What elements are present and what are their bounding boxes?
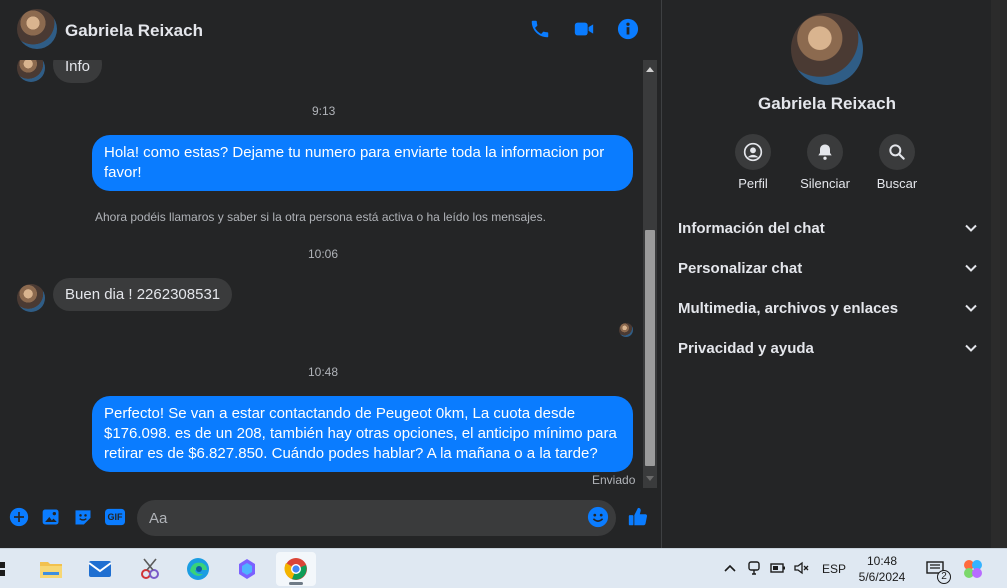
- timestamp: 10:06: [308, 247, 339, 261]
- composer: GIF: [0, 496, 660, 540]
- mute-button[interactable]: Silenciar: [785, 134, 865, 191]
- message-scrollbar[interactable]: [643, 60, 657, 488]
- timestamp: 10:48: [308, 365, 339, 379]
- battery-icon[interactable]: [766, 562, 790, 576]
- contact-avatar[interactable]: [17, 9, 57, 49]
- scroll-down-arrow-icon[interactable]: [646, 476, 654, 481]
- start-icon[interactable]: [0, 552, 10, 586]
- clock[interactable]: 10:48 5/6/2024: [852, 553, 912, 585]
- timestamp: 9:13: [312, 104, 336, 118]
- info-icon[interactable]: [616, 17, 640, 41]
- scroll-up-arrow-icon[interactable]: [646, 67, 654, 72]
- section-media-files-links[interactable]: Multimedia, archivos y enlaces: [678, 294, 978, 322]
- outgoing-message[interactable]: Hola! como estas? Dejame tu numero para …: [92, 135, 633, 191]
- like-icon[interactable]: [627, 506, 649, 528]
- copilot-preview-icon[interactable]: [956, 552, 990, 586]
- emoji-icon[interactable]: [587, 506, 609, 528]
- section-privacy-help[interactable]: Privacidad y ayuda: [678, 334, 978, 362]
- profile-label: Perfil: [738, 176, 768, 191]
- profile-icon: [735, 134, 771, 170]
- info-contact-name: Gabriela Reixach: [758, 94, 896, 113]
- file-explorer-icon[interactable]: [31, 552, 71, 586]
- copilot-icon[interactable]: [227, 552, 267, 586]
- chevron-down-icon: [965, 344, 977, 352]
- phone-icon[interactable]: [528, 17, 552, 41]
- clock-date: 5/6/2024: [858, 570, 906, 584]
- edge-icon[interactable]: [178, 552, 218, 586]
- search-icon: [879, 134, 915, 170]
- message-status: Enviado: [592, 473, 636, 487]
- chevron-down-icon: [965, 224, 977, 232]
- contact-avatar-large[interactable]: [791, 13, 863, 85]
- contact-name[interactable]: Gabriela Reixach: [65, 21, 203, 41]
- chevron-down-icon: [965, 264, 977, 272]
- gif-icon[interactable]: GIF: [104, 506, 126, 528]
- video-camera-icon[interactable]: [572, 17, 596, 41]
- search-button[interactable]: Buscar: [857, 134, 937, 191]
- contact-avatar-small[interactable]: [17, 284, 45, 312]
- plus-icon[interactable]: [8, 506, 30, 528]
- chevron-down-icon: [965, 304, 977, 312]
- section-label: Información del chat: [678, 219, 825, 237]
- section-label: Multimedia, archivos y enlaces: [678, 299, 899, 317]
- seen-avatar: [619, 323, 633, 337]
- message-list[interactable]: Info 9:13 Hola! como estas? Dejame tu nu…: [0, 60, 643, 488]
- search-label: Buscar: [876, 176, 918, 191]
- section-customize-chat[interactable]: Personalizar chat: [678, 254, 978, 282]
- outgoing-message[interactable]: Perfecto! Se van a estar contactando de …: [92, 396, 633, 472]
- image-icon[interactable]: [40, 506, 62, 528]
- active-app-indicator: [289, 582, 303, 585]
- message-input[interactable]: [137, 500, 616, 536]
- section-label: Personalizar chat: [678, 259, 803, 277]
- volume-muted-icon[interactable]: [790, 561, 814, 578]
- section-label: Privacidad y ayuda: [678, 339, 814, 357]
- notification-count-badge: 2: [937, 570, 951, 584]
- conversation-info-panel: Gabriela Reixach Perfil Silenciar Buscar…: [661, 0, 991, 548]
- sticker-icon[interactable]: [72, 506, 94, 528]
- chat-header: Gabriela Reixach: [0, 0, 660, 60]
- profile-button[interactable]: Perfil: [713, 134, 793, 191]
- clock-time: 10:48: [866, 554, 898, 568]
- chat-pane: Gabriela Reixach Info 9:13 Hola! como es…: [0, 0, 660, 548]
- system-tray: ESP: [722, 549, 846, 588]
- language-indicator[interactable]: ESP: [822, 562, 846, 576]
- incoming-message[interactable]: Info: [53, 60, 103, 83]
- mute-label: Silenciar: [800, 176, 850, 191]
- window-edge: [991, 0, 1007, 548]
- scroll-thumb[interactable]: [645, 230, 655, 466]
- mail-icon[interactable]: [80, 552, 120, 586]
- windows-taskbar: ESP 10:48 5/6/2024 2: [0, 548, 1007, 588]
- gif-label: GIF: [107, 512, 123, 522]
- chevron-up-icon[interactable]: [722, 562, 738, 576]
- system-note: Ahora podéis llamaros y saber si la otra…: [95, 210, 546, 224]
- notifications-icon[interactable]: 2: [918, 552, 952, 586]
- meet-now-icon[interactable]: [742, 560, 766, 578]
- contact-avatar-small[interactable]: [17, 60, 45, 82]
- section-chat-info[interactable]: Información del chat: [678, 214, 978, 242]
- bell-icon: [807, 134, 843, 170]
- incoming-message[interactable]: Buen dia ! 2262308531: [53, 278, 233, 311]
- chrome-icon[interactable]: [276, 552, 316, 586]
- snipping-tool-icon[interactable]: [130, 552, 170, 586]
